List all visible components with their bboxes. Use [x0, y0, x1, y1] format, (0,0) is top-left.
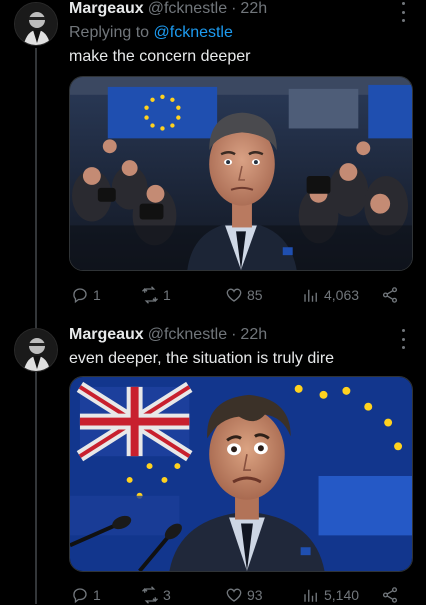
reply-icon [73, 288, 87, 304]
share-icon [382, 587, 398, 603]
share-button[interactable] [381, 585, 399, 605]
retweet-icon [142, 286, 158, 304]
tweet-text: even deeper, the situation is truly dire [69, 350, 335, 367]
author-name[interactable]: Margeaux [69, 326, 144, 344]
retweet-button[interactable]: 1 [141, 285, 171, 305]
tweet-text: make the concern deeper [69, 48, 251, 65]
like-button[interactable]: 85 [225, 285, 263, 305]
author-name[interactable]: Margeaux [69, 0, 144, 18]
reply-count: 1 [93, 587, 101, 603]
views-count: 4,063 [324, 287, 360, 303]
retweet-button[interactable]: 3 [141, 585, 171, 605]
avatar-image [15, 329, 57, 371]
like-count: 85 [247, 287, 263, 303]
tweet-header: Margeaux @fcknestle · 22h [69, 326, 267, 346]
views-icon [304, 289, 317, 302]
tweet-image[interactable] [69, 376, 413, 572]
views-icon [304, 589, 317, 602]
retweet-count: 1 [163, 287, 171, 303]
timestamp[interactable]: 22h [240, 326, 267, 344]
author-handle[interactable]: @fcknestle [148, 0, 227, 18]
like-icon [226, 588, 242, 602]
avatar-image [15, 3, 57, 45]
author-handle[interactable]: @fcknestle [148, 326, 227, 344]
timestamp[interactable]: 22h [240, 0, 267, 18]
replying-to: Replying to @fcknestle [69, 24, 233, 42]
views-button[interactable]: 4,063 [302, 285, 359, 305]
more-icon[interactable] [400, 2, 406, 22]
views-count: 5,140 [324, 587, 360, 603]
tweet[interactable]: Margeaux @fcknestle · 22h even deeper, t… [0, 322, 426, 604]
like-icon [226, 288, 242, 302]
avatar[interactable] [14, 2, 58, 46]
separator-dot: · [231, 326, 237, 343]
separator-dot: · [231, 0, 237, 17]
reply-count: 1 [93, 287, 101, 303]
share-icon [382, 287, 398, 303]
tweet[interactable]: Margeaux @fcknestle · 22h Replying to @f… [0, 0, 426, 318]
reply-mention-link[interactable]: @fcknestle [154, 24, 233, 41]
tweet-image[interactable] [69, 76, 413, 271]
retweet-icon [142, 586, 158, 604]
retweet-count: 3 [163, 587, 171, 603]
like-button[interactable]: 93 [225, 585, 263, 605]
like-count: 93 [247, 587, 263, 603]
distressed-politician-photo [70, 377, 412, 571]
reply-button[interactable]: 1 [71, 585, 101, 605]
replying-to-label: Replying to [69, 24, 150, 41]
tweet-actions: 1 1 85 4,063 [69, 285, 413, 305]
reply-button[interactable]: 1 [71, 285, 101, 305]
politician-press-photo [70, 77, 412, 270]
share-button[interactable] [381, 285, 399, 305]
views-button[interactable]: 5,140 [302, 585, 359, 605]
more-icon[interactable] [400, 329, 406, 349]
tweet-header: Margeaux @fcknestle · 22h [69, 0, 267, 20]
reply-icon [73, 588, 87, 604]
tweet-actions: 1 3 93 5,140 [69, 585, 413, 605]
avatar[interactable] [14, 328, 58, 372]
